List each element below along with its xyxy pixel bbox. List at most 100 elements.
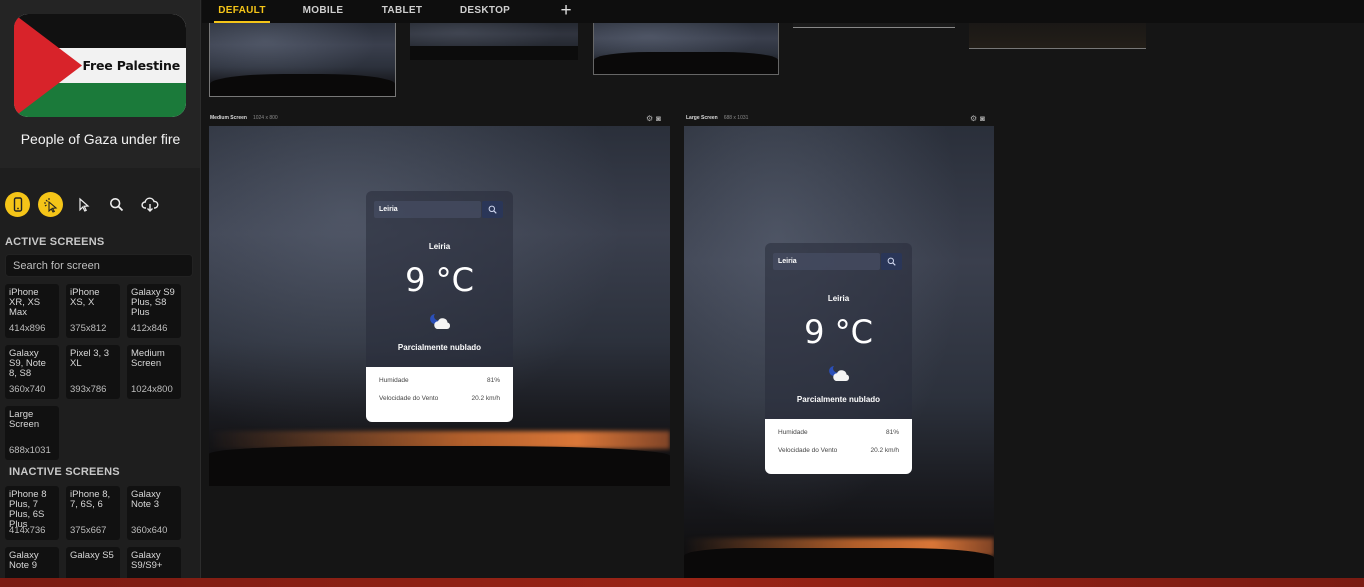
support-banner[interactable]: Free Palestine People of Gaza under fire (0, 0, 200, 168)
medium-screen-dims: 1024 x 800 (252, 115, 278, 121)
device-card[interactable]: Large Screen 688x1031 (5, 406, 59, 460)
tab-default[interactable]: DEFAULT (214, 0, 270, 23)
medium-screen-actions: ⚙◙ (646, 114, 664, 123)
device-card[interactable]: Pixel 3, 3 XL 393x786 (66, 345, 120, 399)
city-search-input[interactable]: Leiria (374, 201, 481, 218)
preview-canvas: Medium Screen 1024 x 800 ⚙◙ Leiria Leiria… (202, 23, 1364, 578)
add-tab-icon[interactable]: + (556, 0, 576, 22)
device-name: Galaxy Note 9 (9, 550, 39, 571)
humidity-value: 81% (885, 429, 899, 436)
device-name: Pixel 3, 3 XL (70, 348, 110, 369)
device-resolution: 688x1031 (9, 445, 51, 456)
device-resolution: 1024x800 (131, 384, 173, 395)
search-button[interactable] (881, 253, 902, 270)
palestine-flag-image: Free Palestine (14, 14, 186, 117)
humidity-label: Humidade (778, 429, 808, 436)
phone-touch-icon[interactable] (5, 192, 30, 217)
large-screen-actions: ⚙◙ (970, 114, 988, 123)
settings-icon[interactable]: ⚙ (646, 114, 656, 123)
city-search-input[interactable]: Leiria (773, 253, 880, 270)
screen-preview-thumbnail[interactable] (793, 23, 955, 28)
device-card[interactable]: Medium Screen 1024x800 (127, 345, 181, 399)
wind-row: Velocidade do Vento 20.2 km/h (379, 395, 500, 413)
weather-card: Leiria Leiria 9 °C Parcialmente nublado … (366, 191, 513, 422)
screen-preview-thumbnail[interactable] (969, 23, 1146, 49)
device-card[interactable]: Galaxy Note 3 360x640 (127, 486, 181, 540)
banner-caption: People of Gaza under fire (20, 131, 181, 147)
medium-screen-name: Medium Screen (210, 115, 247, 121)
search-icon (488, 205, 497, 214)
device-name: Galaxy S9/S9+ (131, 550, 163, 571)
device-name: Galaxy S9, Note 8, S8 (9, 348, 46, 379)
settings-icon[interactable]: ⚙ (970, 114, 980, 123)
device-name: iPhone XR, XS Max (9, 287, 41, 318)
device-name: Galaxy Note 3 (131, 489, 161, 510)
device-resolution: 414x736 (9, 525, 46, 536)
flag-text: Free Palestine (82, 58, 180, 73)
medium-screen-frame[interactable]: Leiria Leiria 9 °C Parcialmente nublado … (209, 126, 670, 486)
screen-search-input[interactable] (5, 254, 193, 277)
temperature: 9 °C (405, 261, 474, 299)
screen-preview-thumbnail[interactable] (410, 23, 578, 60)
screen-preview-thumbnail[interactable] (593, 23, 779, 75)
weather-description: Parcialmente nublado (796, 395, 881, 404)
device-name: iPhone XS, X (70, 287, 100, 308)
device-name: Galaxy S5 (70, 550, 114, 561)
sidebar: Free Palestine People of Gaza under fire… (0, 0, 201, 587)
search-button[interactable] (482, 201, 503, 218)
cloud-download-icon[interactable] (137, 192, 162, 217)
camera-icon[interactable]: ◙ (980, 114, 988, 123)
tab-tablet[interactable]: TABLET (378, 0, 426, 23)
large-screen-frame[interactable]: Leiria Leiria 9 °C Parcialmente nublado … (684, 126, 994, 578)
screen-preview-thumbnail[interactable] (209, 23, 396, 97)
device-card[interactable]: iPhone 8, 7, 6S, 6 375x667 (66, 486, 120, 540)
device-card[interactable]: iPhone 8 Plus, 7 Plus, 6S Plus 414x736 (5, 486, 59, 540)
weather-card: Leiria Leiria 9 °C Parcialmente nublado … (765, 243, 912, 474)
taskbar-strip (0, 578, 1364, 587)
inactive-screens-grid: iPhone 8 Plus, 7 Plus, 6S Plus 414x736 iPh… (5, 486, 181, 587)
device-name: Large Screen (9, 409, 40, 430)
device-tabs: DEFAULT MOBILE TABLET DESKTOP + (202, 0, 1364, 23)
device-resolution: 393x786 (70, 384, 107, 395)
partly-cloudy-night-icon (429, 312, 453, 337)
device-resolution: 375x812 (70, 323, 107, 334)
humidity-row: Humidade 81% (379, 377, 500, 395)
humidity-row: Humidade 81% (778, 429, 899, 447)
tab-mobile[interactable]: MOBILE (298, 0, 348, 23)
wind-label: Velocidade do Vento (778, 447, 838, 454)
device-card[interactable]: Galaxy S9, Note 8, S8 360x740 (5, 345, 59, 399)
large-screen-dims: 688 x 1031 (723, 115, 749, 121)
device-name: Medium Screen (131, 348, 165, 369)
medium-screen-label: Medium Screen 1024 x 800 (210, 115, 278, 121)
tab-desktop[interactable]: DESKTOP (456, 0, 514, 23)
device-name: iPhone 8, 7, 6S, 6 (70, 489, 111, 510)
cursor-icon[interactable] (71, 192, 96, 217)
device-resolution: 412x846 (131, 323, 168, 334)
device-card[interactable]: iPhone XS, X 375x812 (66, 284, 120, 338)
city-name: Leiria (428, 242, 451, 251)
temperature: 9 °C (804, 313, 873, 351)
wind-value: 20.2 km/h (870, 447, 899, 454)
active-screens-title: ACTIVE SCREENS (5, 236, 105, 248)
active-screens-grid: iPhone XR, XS Max 414x896 iPhone XS, X 375x… (5, 284, 181, 460)
wind-row: Velocidade do Vento 20.2 km/h (778, 447, 899, 465)
partly-cloudy-night-icon (828, 364, 852, 389)
inactive-screens-title: INACTIVE SCREENS (9, 466, 120, 478)
device-card[interactable]: Galaxy S9 Plus, S8 Plus 412x846 (127, 284, 181, 338)
search-icon[interactable] (104, 192, 129, 217)
search-icon (887, 257, 896, 266)
device-name: iPhone 8 Plus, 7 Plus, 6S Plus (9, 489, 47, 530)
toolbar (5, 192, 162, 217)
weather-description: Parcialmente nublado (397, 343, 482, 352)
cursor-sparkle-icon[interactable] (38, 192, 63, 217)
device-resolution: 360x740 (9, 384, 46, 395)
camera-icon[interactable]: ◙ (656, 114, 664, 123)
large-screen-label: Large Screen 688 x 1031 (686, 115, 748, 121)
device-card[interactable]: iPhone XR, XS Max 414x896 (5, 284, 59, 338)
wind-label: Velocidade do Vento (379, 395, 439, 402)
device-name: Galaxy S9 Plus, S8 Plus (131, 287, 175, 318)
wind-value: 20.2 km/h (471, 395, 500, 402)
device-resolution: 375x667 (70, 525, 107, 536)
city-name: Leiria (827, 294, 850, 303)
humidity-value: 81% (486, 377, 500, 384)
